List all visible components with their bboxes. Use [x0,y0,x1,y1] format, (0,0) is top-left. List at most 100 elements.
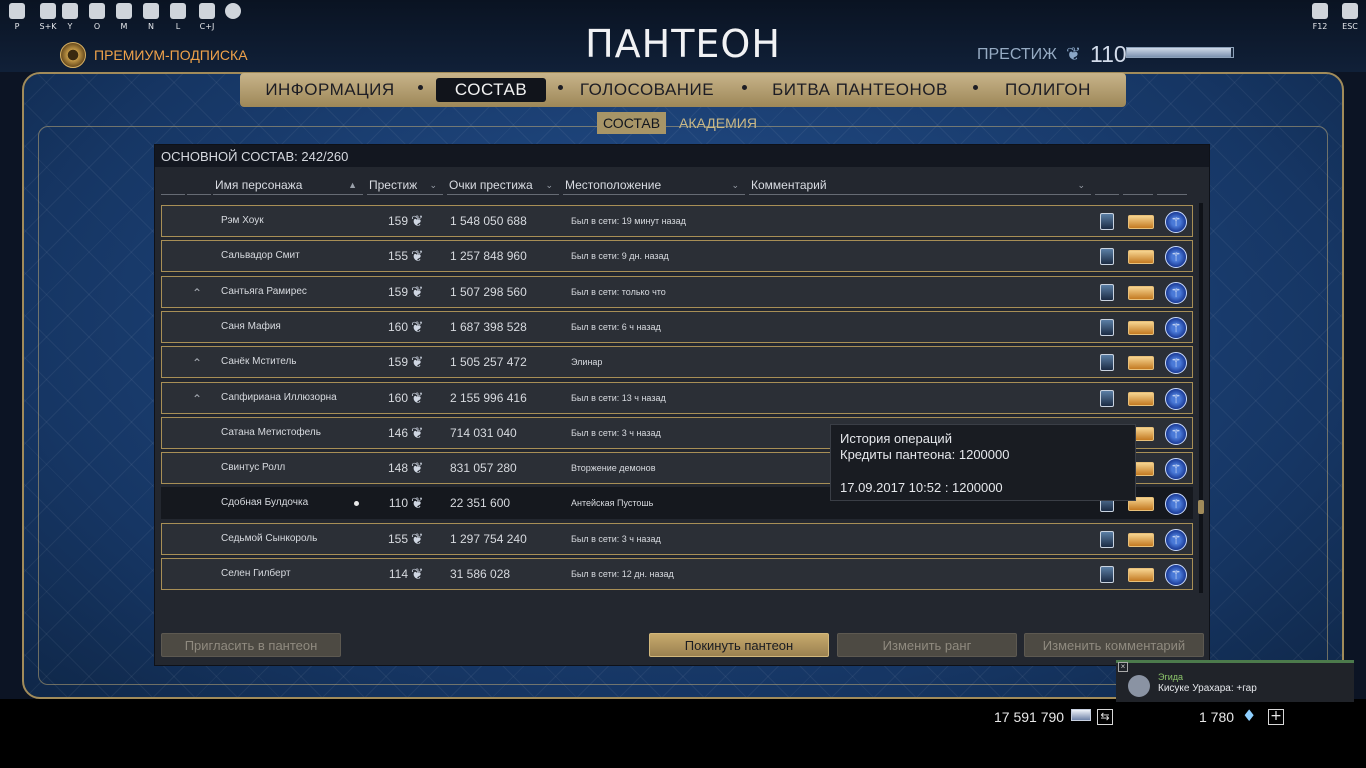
credits-history-icon[interactable] [1128,250,1154,265]
shield-icon[interactable] [1100,318,1114,336]
tab-4[interactable]: ПОЛИГОН [998,78,1098,102]
member-points: 1 297 754 240 [450,531,527,546]
sort-icon: ⌄ [545,180,553,190]
column-header-name-label: Имя персонажа [215,178,303,192]
scrollbar-track[interactable] [1199,203,1203,593]
table-row[interactable]: ⌃ Санёк Мститель 159 ❦ 1 505 257 472 Элинар ⚚ [161,346,1193,379]
prestige-progress-bar [1126,47,1234,58]
gear-icon [225,3,241,19]
subtab-0[interactable]: СОСТАВ [597,112,667,134]
scrollbar-thumb[interactable] [1198,500,1204,514]
shield-icon[interactable] [1100,566,1114,583]
tab-1[interactable]: СОСТАВ [436,78,546,102]
credits-history-icon[interactable] [1128,285,1154,300]
table-row[interactable]: Сальвадор Смит 155 ❦ 1 257 848 960 Был в сет… [161,240,1193,273]
close-icon[interactable]: × [1118,662,1128,672]
member-points: 1 505 257 472 [450,355,527,370]
member-name: Сантьяга Рамирес [221,285,307,297]
member-name: Селен Гилберт [221,568,291,579]
rank-chevron-icon: ⌃ [192,285,203,300]
moon-icon [199,3,215,19]
tab-0[interactable]: ИНФОРМАЦИЯ [256,78,404,102]
shield-icon[interactable] [1100,213,1114,230]
member-location: Был в сети: 19 минут назад [571,216,686,226]
rank-chevron-icon: ⌃ [192,356,203,371]
rank-badge-icon[interactable]: ⚚ [1165,281,1187,304]
member-location: Был в сети: 12 дн. назад [571,569,674,579]
tab-2[interactable]: ГОЛОСОВАНИЕ [574,78,720,102]
prestige-label: ПРЕСТИЖ [977,46,1057,63]
rank-badge-icon[interactable]: ⚚ [1165,246,1187,269]
credits-history-icon[interactable] [1128,391,1154,406]
notification-sender: Эгида [1158,672,1184,682]
tab-3[interactable]: БИТВА ПАНТЕОНОВ [768,78,952,102]
prestige-value: 110 [1090,41,1127,67]
member-location: Был в сети: 13 ч назад [571,392,666,403]
table-row[interactable]: Селен Гилберт 114 ❦ 31 586 028 Был в сети: 1… [161,558,1193,590]
prestige-icon: ❦ [411,566,424,583]
member-prestige: 159 [387,214,408,228]
rank-chevron-icon: ⌃ [192,391,203,406]
hotkey-gear[interactable] [218,3,248,22]
column-header-location[interactable]: Местоположение ⌄ [563,175,745,195]
change-comment-button[interactable]: Изменить комментарий [1024,633,1204,657]
rank-badge-icon[interactable]: ⚚ [1165,528,1187,551]
rank-badge-icon[interactable]: ⚚ [1165,352,1187,375]
rank-badge-icon[interactable]: ⚚ [1165,493,1187,516]
credits-history-icon[interactable] [1128,320,1154,335]
member-prestige: 146 [387,425,408,440]
column-header-rank[interactable] [187,175,211,195]
rank-badge-icon[interactable]: ⚚ [1165,458,1187,481]
subtab-1[interactable]: АКАДЕМИЯ [673,112,763,134]
column-header-comment-label: Комментарий [751,178,827,192]
table-row[interactable]: Саня Мафия 160 ❦ 1 687 398 528 Был в сети: 6… [161,310,1193,343]
member-name: Свинтус Ролл [221,462,286,474]
member-points: 1 548 050 688 [450,214,527,228]
window-icon [1312,3,1328,19]
column-header-prestige[interactable]: Престиж ⌄ [367,175,443,195]
shield-icon[interactable] [1100,530,1114,548]
invite-button[interactable]: Пригласить в пантеон [161,633,341,657]
table-row[interactable]: Рэм Хоук 159 ❦ 1 548 050 688 Был в сети: 19 … [161,205,1193,237]
add-crystals-button[interactable]: + [1268,709,1284,725]
member-location: Был в сети: 6 ч назад [571,321,661,332]
premium-label: ПРЕМИУМ-ПОДПИСКА [94,47,248,63]
rank-badge-icon[interactable]: ⚚ [1165,316,1187,339]
crystal-icon: ♦ [1242,706,1257,725]
exchange-button[interactable]: ⇆ [1097,709,1113,725]
column-header-name[interactable]: Имя персонажа ▲ [213,175,363,195]
online-indicator-icon [354,501,359,507]
credits-history-icon[interactable] [1128,215,1154,229]
table-row[interactable]: ⌃ Сантьяга Рамирес 159 ❦ 1 507 298 560 Был в … [161,275,1193,308]
table-row[interactable]: ⌃ Сапфириана Иллюзорна 160 ❦ 2 155 996 416 Бы… [161,381,1193,414]
table-row[interactable]: Седьмой Сынкороль 155 ❦ 1 297 754 240 Был в … [161,522,1193,555]
prestige-indicator: ПРЕСТИЖ ❦ 110 [977,40,1306,70]
credits-history-icon[interactable] [1128,568,1154,582]
player-icon [9,3,25,19]
chat-icon [62,3,78,19]
rank-badge-icon[interactable]: ⚚ [1165,422,1187,445]
credits-history-icon[interactable] [1128,532,1154,547]
rank-badge-icon[interactable]: ⚚ [1165,211,1187,233]
pantheon-banner-icon [89,3,105,19]
leave-pantheon-button[interactable]: Покинуть пантеон [649,633,829,657]
shield-icon[interactable] [1100,283,1114,301]
avatar [1128,675,1150,697]
rank-badge-icon[interactable]: ⚚ [1165,564,1187,586]
column-header-points[interactable]: Очки престижа ⌄ [447,175,559,195]
prestige-icon: ❦ [411,530,424,548]
chat-notification[interactable]: × Эгида Кисуке Урахара: +гар [1116,660,1354,702]
rank-badge-icon[interactable]: ⚚ [1165,387,1187,410]
shield-icon[interactable] [1100,248,1114,266]
shield-icon[interactable] [1100,354,1114,372]
prestige-icon: ❦ [411,283,424,301]
credits-history-icon[interactable] [1128,356,1154,371]
shield-icon[interactable] [1100,389,1114,407]
prestige-icon: ❦ [411,318,424,336]
tooltip-title: История операций [840,431,952,446]
member-name: Саня Мафия [221,320,281,332]
column-header-comment[interactable]: Комментарий ⌄ [749,175,1091,195]
change-rank-button[interactable]: Изменить ранг [837,633,1017,657]
member-location: Элинар [571,357,603,368]
prestige-icon: ❦ [411,389,424,407]
